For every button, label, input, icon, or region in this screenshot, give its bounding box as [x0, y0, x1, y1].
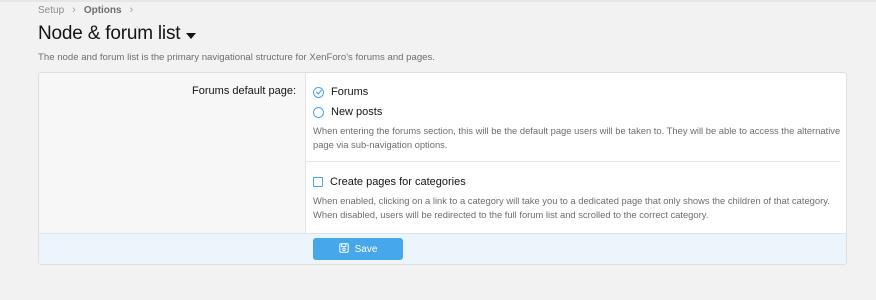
- create-pages-explain: When enabled, clicking on a link to a ca…: [313, 195, 830, 220]
- radio-new-posts[interactable]: New posts: [313, 106, 382, 118]
- save-button-label: Save: [354, 243, 378, 255]
- breadcrumb-options[interactable]: Options: [84, 5, 122, 16]
- form-footer: Save: [39, 233, 846, 264]
- label-column: Forums default page:: [39, 73, 306, 233]
- top-band: [0, 0, 876, 2]
- create-pages-label: Create pages for categories: [330, 176, 466, 188]
- options-block: Forums default page: Forums New posts Wh…: [38, 72, 847, 265]
- save-icon: [338, 242, 349, 256]
- page-title-text: Node & forum list: [38, 23, 181, 44]
- chevron-right-icon: ›: [72, 4, 76, 16]
- forums-default-page-explain: When entering the forums section, this w…: [313, 125, 841, 150]
- chevron-right-icon: ›: [129, 4, 134, 16]
- create-pages-checkbox[interactable]: Create pages for categories: [313, 176, 466, 188]
- breadcrumb-setup[interactable]: Setup: [38, 5, 64, 16]
- breadcrumb: Setup › Options ›: [38, 4, 134, 17]
- page-title[interactable]: Node & forum list: [38, 23, 197, 45]
- radio-forums[interactable]: Forums: [313, 86, 368, 98]
- save-button[interactable]: Save: [313, 238, 403, 260]
- caret-down-icon[interactable]: [186, 32, 197, 39]
- radio-new-posts-label: New posts: [331, 106, 383, 118]
- radio-forums-label: Forums: [331, 86, 369, 98]
- checkbox-icon[interactable]: [313, 177, 323, 187]
- check-circle-icon[interactable]: [313, 86, 324, 98]
- forums-default-page-label: Forums default page:: [192, 85, 296, 97]
- radio-icon[interactable]: [313, 106, 324, 118]
- divider: [306, 161, 840, 162]
- page-description: The node and forum list is the primary n…: [38, 52, 435, 63]
